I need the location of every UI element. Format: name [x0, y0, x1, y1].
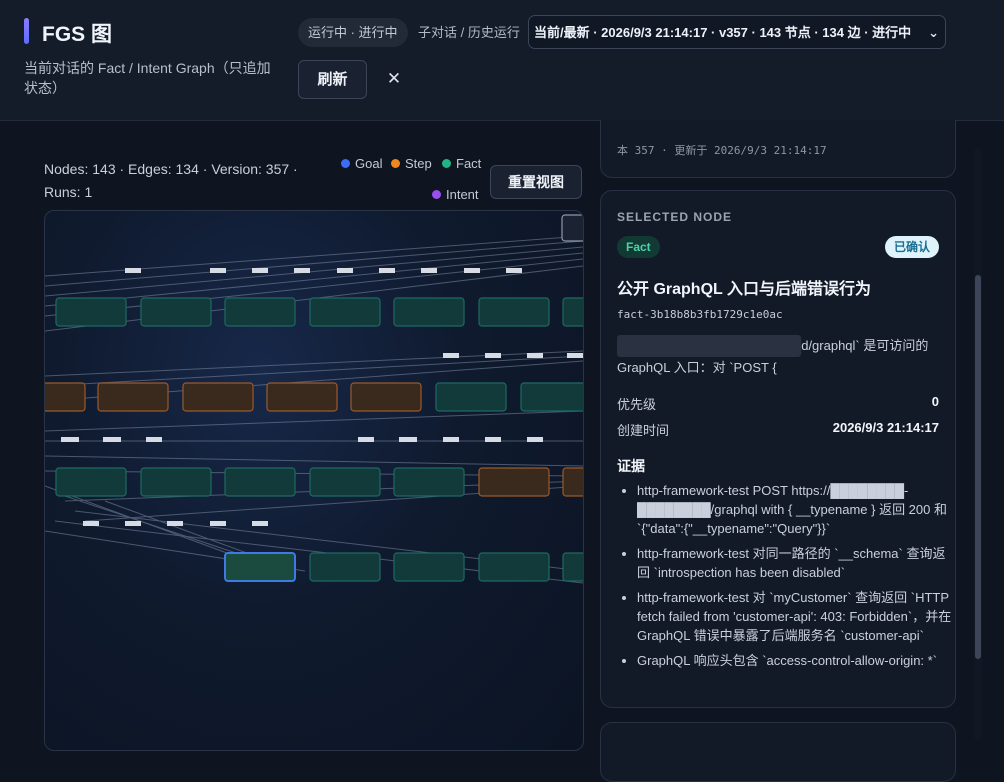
title-accent-bar [24, 18, 29, 44]
graph-canvas[interactable] [44, 210, 584, 751]
close-icon[interactable]: ✕ [385, 68, 403, 90]
fact-nodes-row-4 [309, 552, 583, 582]
goal-dot-icon [341, 159, 350, 168]
created-row: 创建时间 2026/9/3 21:14:17 [617, 420, 939, 438]
graph-svg[interactable] [45, 211, 583, 750]
legend-fact: Fact [442, 156, 481, 171]
legend-step: Step [391, 156, 432, 171]
step-nodes-row-3 [478, 467, 583, 497]
page-subtitle: 当前对话的 Fact / Intent Graph（只追加状态） [24, 60, 271, 96]
next-card [600, 722, 956, 782]
step-nodes-row [45, 382, 422, 412]
goal-graph-node[interactable] [561, 214, 583, 242]
evidence-item: http-framework-test 对 `myCustomer` 查询返回 … [637, 588, 955, 645]
evidence-list: http-framework-test POST https://███████… [621, 481, 955, 676]
evidence-item: GraphQL 响应头包含 `access-control-allow-orig… [637, 651, 955, 670]
selected-node-card: SELECTED NODE Fact 已确认 公开 GraphQL 入口与后端错… [600, 190, 956, 708]
node-id: fact-3b18b8b3fb1729c1e0ac [617, 308, 783, 321]
version-meta: 本 357 · 更新于 2026/9/3 21:14:17 [617, 144, 827, 157]
chevron-down-icon: ⌄ [928, 25, 939, 40]
node-state-badge: 已确认 [884, 236, 939, 258]
fact-nodes-row-1 [55, 297, 583, 327]
sidebar-scroll-thumb[interactable] [975, 275, 981, 659]
fact-nodes-row-3 [55, 467, 465, 497]
run-select-value: 当前/最新 · 2026/9/3 21:14:17 · v357 · 143 节… [534, 25, 912, 40]
evidence-item: http-framework-test 对同一路径的 `__schema` 查询… [637, 544, 955, 582]
evidence-item: http-framework-test POST https://███████… [637, 481, 955, 538]
page-title: FGS 图 [42, 23, 113, 46]
legend-intent: Intent [432, 187, 479, 202]
node-description: ████████████████████d/graphql` 是可访问的 Gra… [617, 335, 939, 379]
selected-graph-node[interactable] [224, 552, 296, 582]
selected-node-label: SELECTED NODE [617, 210, 733, 224]
intent-dot-icon [432, 190, 441, 199]
legend-goal: Goal [341, 156, 382, 171]
graph-stats: Nodes: 143 · Edges: 134 · Version: 357 ·… [44, 161, 298, 200]
evidence-heading: 证据 [617, 458, 645, 474]
reset-view-button[interactable]: 重置视图 [490, 165, 582, 199]
subconversation-history-link[interactable]: 子对话 / 历史运行 [418, 18, 520, 47]
step-dot-icon [391, 159, 400, 168]
redacted-text: ████████████████████ [617, 335, 802, 357]
fact-dot-icon [442, 159, 451, 168]
run-select[interactable]: 当前/最新 · 2026/9/3 21:14:17 · v357 · 143 节… [528, 15, 946, 49]
created-value: 2026/9/3 21:14:17 [832, 420, 939, 435]
history-card: 本 357 · 更新于 2026/9/3 21:14:17 [600, 120, 956, 178]
priority-value: 0 [931, 394, 939, 409]
fact-nodes-row-2 [435, 382, 583, 412]
priority-row: 优先级 0 [617, 394, 939, 412]
node-kind-badge: Fact [617, 236, 660, 258]
run-status-badge: 运行中 · 进行中 [298, 18, 408, 47]
node-title: 公开 GraphQL 入口与后端错误行为 [617, 281, 871, 298]
refresh-button[interactable]: 刷新 [298, 60, 367, 99]
header: FGS 图 当前对话的 Fact / Intent Graph（只追加状态） 运… [0, 0, 1004, 121]
